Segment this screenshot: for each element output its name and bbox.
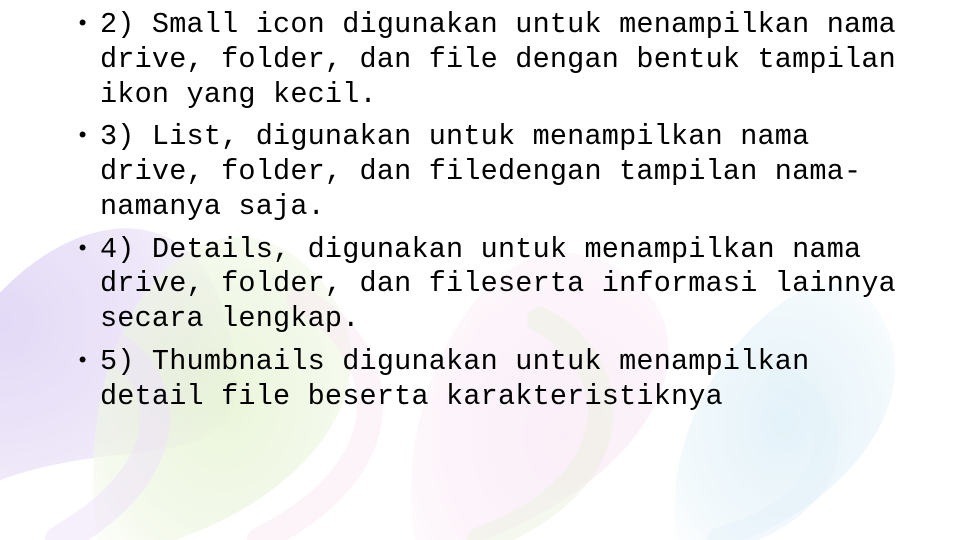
slide-content: 2) Small icon digunakan untuk menampilka… xyxy=(0,0,960,414)
bullet-list: 2) Small icon digunakan untuk menampilka… xyxy=(76,8,920,414)
list-item: 2) Small icon digunakan untuk menampilka… xyxy=(76,8,920,112)
list-item: 4) Details, digunakan untuk menampilkan … xyxy=(76,233,920,337)
list-item: 5) Thumbnails digunakan untuk menampilka… xyxy=(76,345,920,415)
list-item: 3) List, digunakan untuk menampilkan nam… xyxy=(76,120,920,224)
